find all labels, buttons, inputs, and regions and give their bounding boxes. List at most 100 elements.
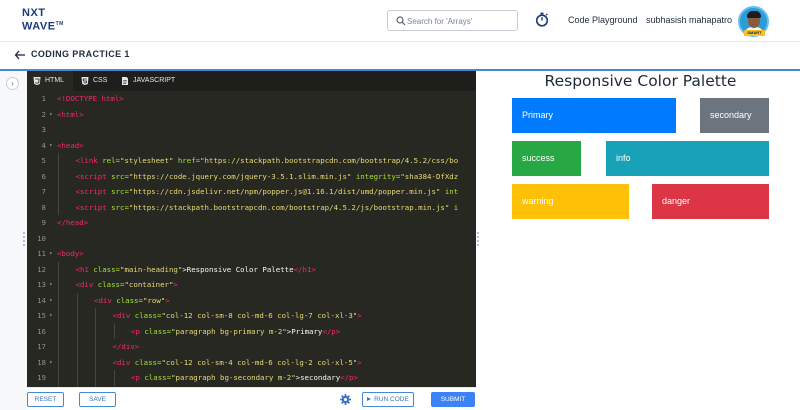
code-token: class= [139,373,172,382]
swatch-danger: danger [652,184,769,219]
code-text: <head> [57,138,84,154]
code-line[interactable]: 19 <p class="paragraph bg-secondary m-2">… [27,370,476,386]
code-line[interactable]: 17 </div> [27,339,476,355]
code-line[interactable]: 8 <script src="https://stackpath.bootstra… [27,199,476,215]
code-token: "sha384-DfXdz [400,171,459,181]
play-icon [367,397,372,401]
code-line[interactable]: 2 ▾ <html> [27,107,476,123]
code-text: <h1 class="main-heading">Responsive Colo… [76,262,316,278]
tab-css[interactable]: CSS [75,71,113,91]
reset-button[interactable]: RESET [27,392,64,407]
submit-button[interactable]: SUBMIT [431,392,475,407]
code-line[interactable]: 12 <h1 class="main-heading">Responsive Co… [27,261,476,278]
code-line[interactable]: 5 <link rel="stylesheet" href="https://st… [27,153,476,169]
indent-guide [58,323,59,339]
code-line[interactable]: 10 [27,231,476,247]
search-input[interactable] [407,13,515,29]
code-text: <link rel="stylesheet" href="https://sta… [76,153,459,169]
fold-arrow-icon[interactable]: ▾ [49,293,55,309]
code-line[interactable]: 18 ▾ <div class="col-12 col-sm-4 col-md-6 … [27,354,476,371]
line-number: 19 [37,373,46,382]
code-token: <h1 [75,264,89,274]
code-line[interactable]: 7 <script src="https://cdn.jsdelivr.net/n… [27,184,476,200]
fold-arrow-icon[interactable]: ▾ [49,107,55,123]
code-line[interactable]: 16 <p class="paragraph bg-primary m-2">Pr… [27,323,476,339]
code-line[interactable]: 13 ▾ <div class="container"> [27,277,476,293]
rail-resize-handle[interactable] [23,232,25,246]
fold-arrow-icon[interactable]: ▾ [49,138,55,154]
code-token: <link [75,156,98,165]
indent-guide [113,323,115,339]
search-box[interactable] [387,10,518,31]
preview-heading: Responsive Color Palette [544,72,737,90]
code-token: "col-12 col-sm-4 col-md-6 col-lg-2 col-x… [161,357,358,367]
code-token: >secondary [295,373,341,382]
fold-arrow-icon[interactable]: ▾ [49,277,55,293]
code-editor[interactable]: HTML CSS JAVASCRIPT 1 <!DOCTYPE html> 2 ▾ <h… [27,71,476,387]
code-token: "https://cdn.jsdelivr.net/npm/popper.js@… [128,187,441,196]
indent-guide [76,323,78,339]
code-token: </p> [340,373,358,382]
code-token: "container" [124,280,174,289]
css-file-icon [81,77,89,85]
nxtwave-logo[interactable]: NXT WAVETM [22,8,82,34]
code-lines[interactable]: 1 <!DOCTYPE html> 2 ▾ <html> 3 4 ▾ <head> 5 <link … [27,91,476,387]
indent-guide [58,199,59,215]
code-line[interactable]: 9 </head> [27,215,476,231]
code-token: src= [106,202,129,212]
code-token: > [173,280,178,289]
code-token: "col-12 col-sm-8 col-md-6 col-lg-7 col-x… [161,311,358,320]
code-token: > [165,295,170,305]
indent-guide [113,370,115,386]
code-text: <div class="col-12 col-sm-4 col-md-6 col… [113,355,362,371]
indent-guide [58,153,59,169]
fold-arrow-icon[interactable]: ▾ [49,308,55,324]
code-token: src= [106,171,129,181]
code-token: class= [111,295,143,305]
indent-guide [58,370,59,386]
code-line[interactable]: 15 ▾ <div class="col-12 col-sm-8 col-md-6 … [27,308,476,324]
indent-guide [76,308,78,324]
swatch-success: success [512,141,581,176]
code-line[interactable]: 1 <!DOCTYPE html> [27,91,476,107]
code-token: "paragraph bg-primary m-2" [171,326,287,336]
code-token: <body> [57,249,84,258]
code-token: > [357,357,362,367]
code-line[interactable]: 11 ▾ <body> [27,246,476,262]
code-token: > [357,311,362,320]
indent-guide [58,277,59,293]
stopwatch-icon[interactable] [535,12,549,27]
chevron-right-icon[interactable]: › [6,77,19,90]
code-line[interactable]: 3 [27,122,476,138]
run-code-button[interactable]: RUN CODE [362,392,414,407]
fold-arrow-icon[interactable]: ▾ [49,246,55,262]
gear-icon[interactable] [340,394,351,405]
practice-title: CODING PRACTICE 1 [31,49,130,59]
code-token: "row" [142,295,166,305]
indent-guide [76,370,78,386]
code-token: <div [94,295,112,305]
editor-tabs: HTML CSS JAVASCRIPT [27,71,476,91]
indent-guide [95,354,96,370]
user-name[interactable]: subhasish mahapatro [646,15,732,25]
code-playground-link[interactable]: Code Playground [568,15,638,25]
code-token: <html> [57,109,84,119]
code-line[interactable]: 6 <script src="https://code.jquery.com/jq… [27,168,476,184]
avatar-hair [747,11,761,18]
fold-arrow-icon[interactable]: ▾ [49,355,55,371]
code-line[interactable]: 14 ▾ <div class="row"> [27,292,476,309]
code-line[interactable]: 4 ▾ <head> [27,138,476,154]
code-text: </div> [113,339,140,355]
tab-html[interactable]: HTML [27,71,73,91]
indent-guide [76,339,78,355]
save-button[interactable]: SAVE [79,392,116,407]
back-arrow-icon[interactable] [14,49,26,61]
pane-resize-handle[interactable] [477,232,479,246]
indent-guide [95,308,96,324]
line-number: 7 [41,187,46,196]
indent-guide [58,261,59,277]
indent-guide [58,184,59,200]
tab-javascript[interactable]: JAVASCRIPT [115,71,183,91]
code-token: </h1> [293,264,316,274]
line-number: 18 [37,357,46,367]
